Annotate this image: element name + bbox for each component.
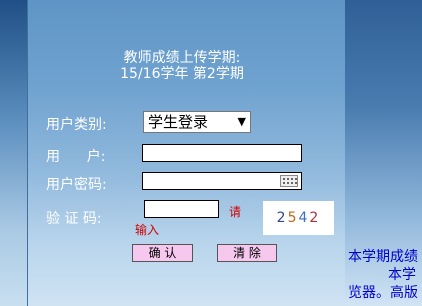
- user-type-select[interactable]: 学生登录 ▼: [143, 111, 251, 133]
- username-label: 用 户:: [46, 149, 106, 165]
- side-note-line3: 览器。高版: [348, 285, 418, 301]
- semester-title-line1: 教师成绩上传学期:: [123, 50, 241, 66]
- dropdown-arrow-icon[interactable]: ▼: [238, 112, 246, 132]
- captcha-image[interactable]: 2542: [263, 201, 334, 235]
- captcha-hint-enter: 输入: [135, 223, 160, 237]
- page-title: 教师成绩上传学期: 15/16学年 第2学期: [92, 50, 272, 82]
- user-type-value: 学生登录: [148, 113, 209, 131]
- keyboard-icon[interactable]: [280, 175, 298, 187]
- captcha-digit: 2: [309, 210, 321, 226]
- password-label: 用户密码:: [46, 177, 107, 193]
- clear-button[interactable]: 清 除: [217, 244, 277, 262]
- captcha-label: 验 证 码:: [46, 211, 102, 227]
- captcha-digit: 4: [298, 210, 310, 226]
- captcha-digit: 5: [287, 210, 299, 226]
- user-type-label: 用户类别:: [46, 117, 107, 133]
- captcha-digit: 2: [276, 210, 288, 226]
- captcha-hint-please: 请: [229, 205, 242, 219]
- confirm-button[interactable]: 确 认: [132, 244, 193, 262]
- semester-title-line2: 15/16学年 第2学期: [120, 66, 244, 82]
- side-note-line2: 本学: [388, 267, 416, 283]
- captcha-input[interactable]: [144, 200, 219, 218]
- username-input[interactable]: [142, 144, 302, 162]
- password-input[interactable]: [142, 172, 302, 190]
- side-note-line1: 本学期成绩: [348, 249, 418, 265]
